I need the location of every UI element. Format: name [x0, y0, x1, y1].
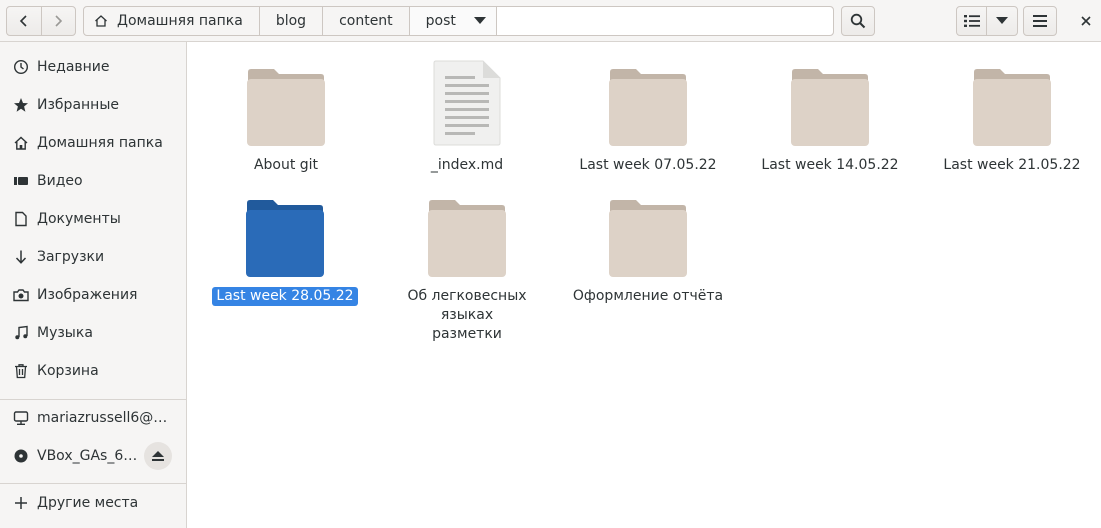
sidebar-item-home[interactable]: Домашняя папка: [0, 124, 186, 162]
path-crumb-blog[interactable]: blog: [260, 7, 324, 35]
file-item-about-git[interactable]: About git: [201, 60, 371, 175]
home-icon: [95, 15, 107, 27]
file-item-index-md[interactable]: _index.md: [382, 60, 552, 175]
sidebar-item-label: Музыка: [37, 325, 93, 341]
sidebar-item-label: Корзина: [37, 363, 99, 379]
sidebar-item-downloads[interactable]: Загрузки: [0, 238, 186, 276]
sidebar: Недавние Избранные Домашняя папка Видео …: [0, 42, 187, 528]
disc-icon: [0, 448, 37, 464]
navigation-buttons: [6, 6, 76, 36]
file-name: Об легковесных языках разметки: [407, 288, 527, 342]
file-item-lightweight-markup[interactable]: Об легковесных языках разметки: [382, 191, 552, 344]
file-name: Last week 28.05.22: [212, 287, 358, 306]
file-name: About git: [253, 157, 319, 173]
folder-icon: [247, 69, 325, 146]
close-icon: [1081, 16, 1091, 26]
menu-button[interactable]: [1023, 6, 1057, 36]
path-current-label: post: [425, 13, 456, 29]
file-view[interactable]: About git _index.md Last week 07.05.22 L…: [188, 42, 1101, 528]
plus-icon: [0, 495, 37, 511]
sidebar-item-label: Документы: [37, 211, 121, 227]
network-drive-icon: [0, 410, 37, 426]
file-name: Last week 07.05.22: [579, 157, 717, 173]
header-bar: Домашняя папка blog content post: [0, 0, 1101, 42]
sidebar-item-label: Загрузки: [37, 249, 105, 265]
path-crumb-label: blog: [275, 13, 307, 29]
path-crumb-current[interactable]: post: [409, 7, 497, 35]
sidebar-item-label: Видео: [37, 173, 83, 189]
path-home-button[interactable]: Домашняя папка: [84, 7, 260, 35]
file-item-last-week-21[interactable]: Last week 21.05.22: [927, 60, 1097, 175]
video-icon: [0, 173, 37, 189]
search-icon: [850, 13, 866, 29]
file-name: _index.md: [430, 157, 504, 173]
sidebar-item-music[interactable]: Музыка: [0, 314, 186, 352]
trash-icon: [0, 363, 37, 379]
sidebar-item-label: Недавние: [37, 59, 110, 75]
file-item-last-week-07[interactable]: Last week 07.05.22: [563, 60, 733, 175]
sidebar-item-vbox-disc[interactable]: VBox_GAs_6.…: [0, 437, 186, 475]
folder-icon: [973, 69, 1051, 146]
sidebar-item-label: VBox_GAs_6.…: [37, 448, 141, 464]
document-icon: [0, 211, 37, 227]
chevron-down-icon: [996, 17, 1008, 24]
path-home-label: Домашняя папка: [117, 13, 243, 29]
text-document-icon: [433, 60, 501, 146]
sidebar-item-starred[interactable]: Избранные: [0, 86, 186, 124]
sidebar-item-pictures[interactable]: Изображения: [0, 276, 186, 314]
list-view-button[interactable]: [957, 7, 988, 35]
star-icon: [0, 97, 37, 113]
file-name: Last week 21.05.22: [943, 157, 1081, 173]
download-icon: [0, 249, 37, 265]
sidebar-item-label: Домашняя папка: [37, 135, 163, 151]
sidebar-item-label: Изображения: [37, 287, 138, 303]
sidebar-item-documents[interactable]: Документы: [0, 200, 186, 238]
folder-icon: [246, 200, 324, 277]
back-button[interactable]: [7, 7, 41, 35]
sidebar-item-network[interactable]: mariazrussell6@…: [0, 399, 186, 437]
camera-icon: [0, 287, 37, 303]
file-name: Last week 14.05.22: [761, 157, 899, 173]
view-menu-button[interactable]: [987, 7, 1017, 35]
hamburger-menu-icon: [1033, 15, 1047, 27]
file-item-last-week-28-selected[interactable]: Last week 28.05.22: [200, 191, 370, 306]
file-item-last-week-14[interactable]: Last week 14.05.22: [745, 60, 915, 175]
chevron-left-icon: [19, 15, 27, 27]
list-view-icon: [963, 15, 980, 27]
eject-icon: [152, 451, 164, 461]
folder-icon: [428, 200, 506, 277]
sidebar-item-label: Избранные: [37, 97, 119, 113]
eject-button[interactable]: [144, 442, 172, 470]
music-icon: [0, 325, 37, 341]
sidebar-item-other-locations[interactable]: Другие места: [0, 484, 186, 522]
folder-icon: [609, 200, 687, 277]
path-crumb-label: content: [339, 13, 393, 29]
home-icon: [0, 135, 37, 151]
sidebar-item-recent[interactable]: Недавние: [0, 48, 186, 86]
folder-icon: [791, 69, 869, 146]
path-empty-area[interactable]: [496, 7, 833, 35]
forward-button[interactable]: [40, 7, 76, 35]
file-name: Оформление отчёта: [572, 288, 724, 304]
clock-icon: [0, 59, 37, 75]
file-item-report-formatting[interactable]: Оформление отчёта: [563, 191, 733, 306]
path-crumb-content[interactable]: content: [323, 7, 410, 35]
view-options-group: [956, 6, 1018, 36]
search-button[interactable]: [841, 6, 875, 36]
folder-icon: [609, 69, 687, 146]
sidebar-item-trash[interactable]: Корзина: [0, 352, 186, 390]
sidebar-item-videos[interactable]: Видео: [0, 162, 186, 200]
path-bar: Домашняя папка blog content post: [83, 6, 834, 36]
chevron-down-icon: [473, 17, 486, 24]
sidebar-item-label: mariazrussell6@…: [37, 410, 168, 426]
close-button[interactable]: [1076, 12, 1096, 30]
chevron-right-icon: [55, 15, 63, 27]
sidebar-item-label: Другие места: [37, 495, 139, 511]
